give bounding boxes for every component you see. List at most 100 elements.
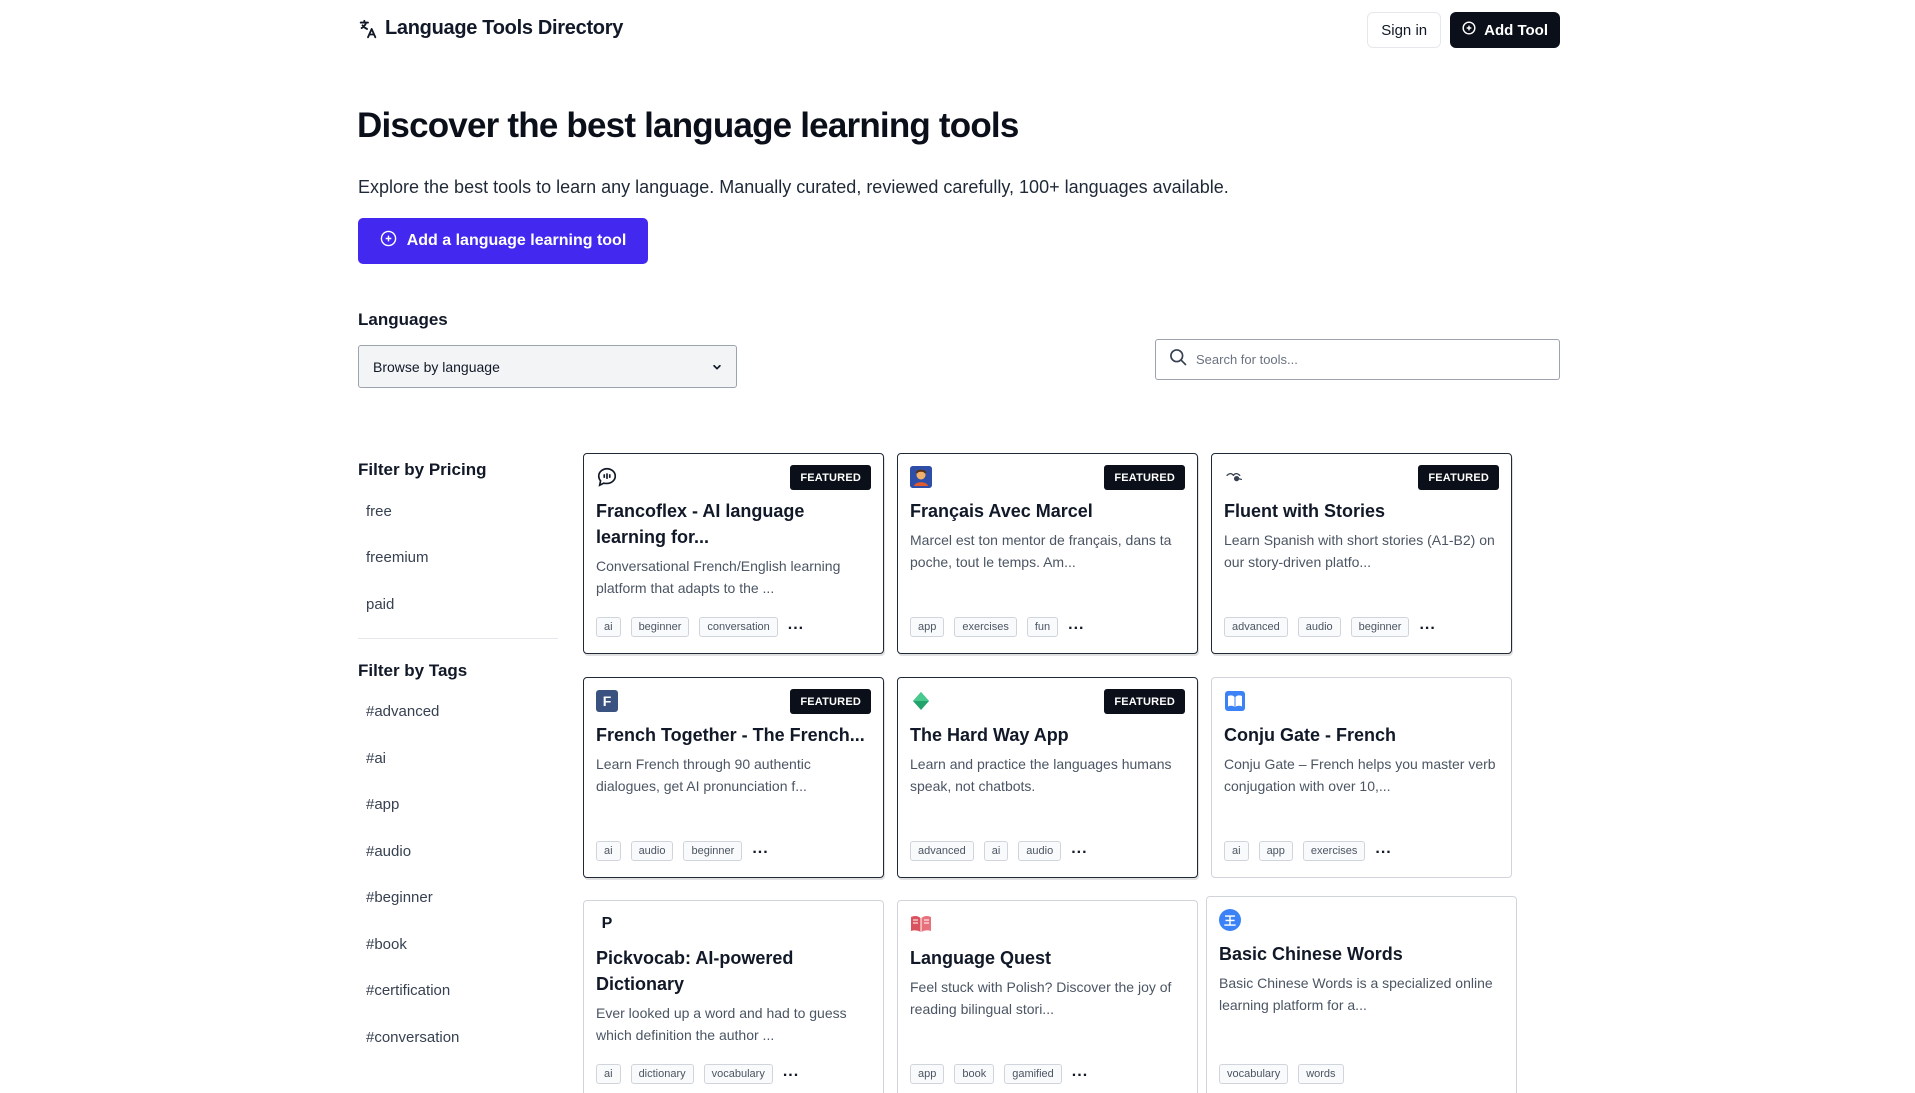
tool-card[interactable]: Language Quest Feel stuck with Polish? D…: [897, 900, 1198, 1093]
card-description: Conju Gate – French helps you master ver…: [1224, 756, 1496, 794]
logo-text: Language Tools Directory: [385, 17, 624, 39]
more-tags[interactable]: ...: [1375, 840, 1391, 858]
card-title: Language Quest: [910, 948, 1052, 968]
pricing-filter-paid[interactable]: paid: [358, 581, 558, 628]
card-tag[interactable]: vocabulary: [1219, 1064, 1289, 1084]
card-tag[interactable]: ai: [596, 617, 621, 637]
page-subtitle: Explore the best tools to learn any lang…: [358, 177, 1229, 197]
card-tag[interactable]: advanced: [910, 841, 974, 861]
letter-f-icon: F: [596, 690, 618, 712]
pricing-heading: Filter by Pricing: [358, 460, 487, 479]
card-tag[interactable]: beginner: [683, 841, 743, 861]
card-tag[interactable]: exercises: [1302, 841, 1366, 861]
card-tag[interactable]: audio: [1018, 841, 1062, 861]
card-tag[interactable]: ai: [1224, 841, 1249, 861]
card-tag[interactable]: exercises: [954, 617, 1017, 637]
tag-filter-ai[interactable]: #ai: [358, 735, 558, 782]
more-tags[interactable]: ...: [1068, 616, 1084, 634]
featured-badge: FEATURED: [1418, 465, 1499, 490]
language-select[interactable]: Browse by language: [358, 345, 737, 388]
card-tag[interactable]: beginner: [630, 617, 690, 637]
tag-filter-certification[interactable]: #certification: [358, 968, 558, 1015]
card-description: Learn Spanish with short stories (A1-B2)…: [1224, 532, 1495, 570]
card-tag[interactable]: ai: [596, 841, 621, 861]
card-title: Fluent with Stories: [1224, 501, 1386, 521]
more-tags[interactable]: ...: [752, 840, 768, 858]
search-input[interactable]: [1196, 352, 1536, 367]
tool-card[interactable]: P Pickvocab: AI-powered Dictionary Ever …: [583, 900, 884, 1093]
card-tag[interactable]: app: [910, 617, 945, 637]
card-description: Marcel est ton mentor de français, dans …: [910, 532, 1172, 570]
plus-circle-icon: [1462, 21, 1476, 39]
add-tool-button[interactable]: Add Tool: [1450, 12, 1560, 48]
card-tag[interactable]: ai: [983, 841, 1009, 861]
pricing-filter-free[interactable]: free: [358, 488, 558, 535]
more-tags[interactable]: ...: [788, 616, 804, 634]
add-tool-label: Add Tool: [1484, 21, 1548, 39]
page-title: Discover the best language learning tool…: [357, 106, 1019, 145]
plus-circle-icon: [380, 230, 397, 252]
add-language-tool-button[interactable]: Add a language learning tool: [358, 218, 648, 264]
open-book-icon: [1224, 690, 1246, 712]
chat-bubble-icon: [596, 466, 618, 488]
card-tag[interactable]: app: [1258, 841, 1293, 861]
header-actions: Sign in Add Tool: [1367, 12, 1560, 48]
more-tags[interactable]: ...: [1419, 616, 1435, 634]
green-diamond-icon: [910, 690, 932, 712]
card-title: Francoflex - AI language learning for...: [596, 501, 805, 547]
card-tag[interactable]: ai: [596, 1064, 621, 1084]
tags-heading: Filter by Tags: [358, 660, 468, 680]
tag-filter-conversation[interactable]: #conversation: [358, 1014, 558, 1061]
tool-card[interactable]: FEATURED Français Avec Marcel Marcel est…: [897, 453, 1198, 654]
card-title: Basic Chinese Words: [1219, 944, 1403, 964]
sidebar-divider: [358, 637, 558, 639]
red-book-icon: [910, 913, 932, 935]
card-tags: ai dictionary vocabulary ...: [596, 1063, 799, 1084]
featured-badge: FEATURED: [790, 465, 871, 490]
tool-card[interactable]: FEATURED Francoflex - AI language learni…: [583, 453, 884, 654]
card-title: French Together - The French...: [596, 725, 865, 745]
pricing-filter-freemium[interactable]: freemium: [358, 535, 558, 582]
tag-filter-app[interactable]: #app: [358, 782, 558, 829]
tool-card[interactable]: FEATURED Fluent with Stories Learn Spani…: [1211, 453, 1512, 654]
tag-filter-audio[interactable]: #audio: [358, 828, 558, 875]
featured-badge: FEATURED: [1104, 689, 1185, 714]
bird-icon: [1224, 466, 1246, 488]
tool-card[interactable]: Conju Gate - French Conju Gate – French …: [1211, 677, 1512, 878]
card-description: Conversational French/English learning p…: [596, 558, 841, 596]
card-description: Ever looked up a word and had to guess w…: [596, 1005, 847, 1043]
site-logo[interactable]: Language Tools Directory: [357, 17, 623, 40]
card-tag[interactable]: gamified: [1004, 1064, 1062, 1084]
card-description: Learn French through 90 authentic dialog…: [596, 756, 811, 794]
chinese-character-glyph: 王: [1223, 913, 1236, 928]
card-tag[interactable]: audio: [1297, 617, 1341, 637]
more-tags[interactable]: ...: [1071, 840, 1087, 858]
tag-filter-advanced[interactable]: #advanced: [358, 689, 558, 736]
sign-in-button[interactable]: Sign in: [1367, 12, 1442, 48]
filter-sidebar: Filter by Pricing free freemium paid Fil…: [358, 460, 558, 1061]
tool-card[interactable]: FEATURED The Hard Way App Learn and prac…: [897, 677, 1198, 878]
card-tag[interactable]: book: [954, 1064, 995, 1084]
featured-badge: FEATURED: [1104, 465, 1185, 490]
tag-filter-book[interactable]: #book: [358, 921, 558, 968]
card-tag[interactable]: audio: [630, 841, 674, 861]
card-tag[interactable]: advanced: [1224, 617, 1288, 637]
letter-p-icon: P: [596, 913, 618, 935]
languages-label: Languages: [358, 310, 448, 329]
more-tags[interactable]: ...: [1072, 1063, 1088, 1081]
card-tag[interactable]: fun: [1026, 617, 1059, 637]
card-tag[interactable]: beginner: [1350, 617, 1410, 637]
card-tag[interactable]: conversation: [699, 617, 778, 637]
card-tag[interactable]: dictionary: [630, 1064, 694, 1084]
tool-card[interactable]: F FEATURED French Together - The French.…: [583, 677, 884, 878]
tool-card[interactable]: 王 Basic Chinese Words Basic Chinese Word…: [1206, 896, 1517, 1093]
card-tags: app book gamified ...: [910, 1063, 1088, 1084]
tag-filter-beginner[interactable]: #beginner: [358, 875, 558, 922]
card-title: Pickvocab: AI-powered Dictionary: [596, 948, 794, 994]
more-tags[interactable]: ...: [783, 1063, 799, 1081]
card-tag[interactable]: words: [1298, 1064, 1344, 1084]
letter-p-glyph: P: [601, 915, 613, 932]
card-tag[interactable]: app: [910, 1064, 945, 1084]
card-tag[interactable]: vocabulary: [703, 1064, 773, 1084]
card-title: The Hard Way App: [910, 725, 1069, 745]
